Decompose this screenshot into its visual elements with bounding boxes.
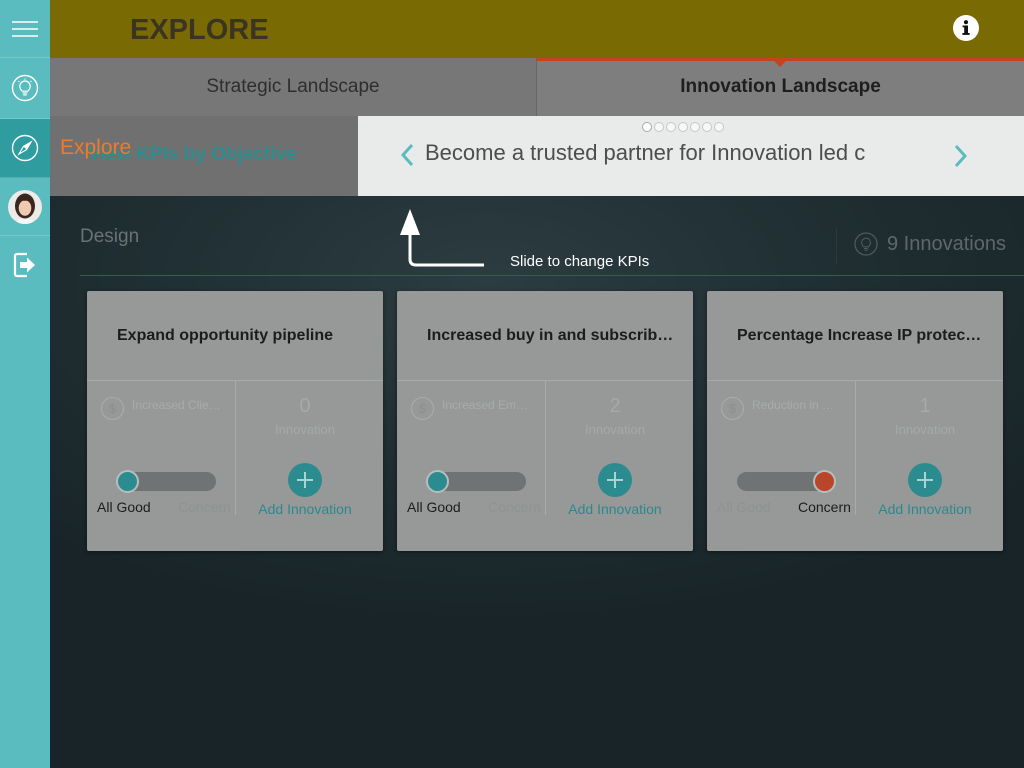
tab-label: Innovation Landscape [680,76,881,97]
chevron-right-icon [954,144,968,168]
kpi-card-title: Percentage Increase IP protec… [737,327,982,344]
kpi-name: Reduction in … [752,398,835,412]
dollar-icon [101,397,124,420]
arrow-up-icon [400,209,484,267]
plus-icon [917,472,933,488]
logout-icon [13,252,35,278]
page-dot[interactable] [654,122,664,132]
page-dot-active[interactable] [642,122,652,132]
tab-label: Strategic Landscape [206,76,380,97]
innovation-count: 2 [609,395,621,417]
objective-slider[interactable]: Become a trusted partner for Innovation … [358,116,1024,196]
innovation-count: 0 [299,395,311,417]
page-dot[interactable] [702,122,712,132]
status-label-all-good[interactable]: All Good [407,499,461,516]
status-label-concern[interactable]: Concern [798,499,851,516]
innovation-count: 1 [919,395,931,417]
coachmark-title: Explore [60,136,132,159]
lightbulb-icon [11,74,39,102]
kpi-name: Increased Em… [442,398,529,412]
compass-icon [11,134,39,162]
avatar [8,189,42,224]
plus-icon [297,472,313,488]
objective-title: Become a trusted partner for Innovation … [425,140,866,165]
tab-innovation-landscape[interactable]: Innovation Landscape [537,58,1024,116]
kpi-card[interactable]: Percentage Increase IP protec… Reduction… [707,291,1003,551]
status-toggle-thumb[interactable] [426,470,449,493]
add-innovation-button[interactable] [908,463,942,497]
sidebar-item-explore[interactable] [0,119,50,178]
page-dot[interactable] [678,122,688,132]
active-tab-notch [774,61,786,67]
coachmark-hint: Slide to change KPIs [510,253,650,270]
page-indicator [642,122,724,132]
add-innovation-link[interactable]: Add Innovation [546,501,684,518]
logout-button[interactable] [0,236,50,294]
page-dot[interactable] [666,122,676,132]
status-label-concern[interactable]: Concern [488,499,541,516]
dollar-icon [411,397,434,420]
sidebar-item-ideas[interactable] [0,58,50,119]
status-label-concern[interactable]: Concern [178,499,231,516]
page-dot[interactable] [714,122,724,132]
innovation-count-label: Innovation [895,422,955,437]
previous-objective-button[interactable] [400,143,416,167]
innovation-count-label: Innovation [275,422,335,437]
section-divider [80,275,1024,276]
sidebar-item-profile[interactable] [0,178,50,236]
chevron-left-icon [400,143,414,167]
status-toggle-thumb[interactable] [813,470,836,493]
page-title: EXPLORE [130,14,269,46]
info-icon [953,15,979,41]
status-toggle-thumb[interactable] [116,470,139,493]
header-bar: EXPLORE [50,0,1024,58]
add-innovation-button[interactable] [288,463,322,497]
innovation-count-label: Innovation [585,422,645,437]
kpi-card-title: Expand opportunity pipeline [117,327,333,344]
section-title: Design [80,226,140,247]
status-label-all-good[interactable]: All Good [717,499,771,516]
tab-strategic-landscape[interactable]: Strategic Landscape [50,58,537,116]
dollar-icon [721,397,744,420]
menu-icon [12,20,38,37]
sidebar [0,0,50,768]
next-objective-button[interactable] [952,144,968,168]
kpi-card[interactable]: Increased buy in and subscrib… Increased… [397,291,693,551]
kpi-card[interactable]: Expand opportunity pipeline Increased Cl… [87,291,383,551]
page-dot[interactable] [690,122,700,132]
kpi-name: Increased Clie… [132,398,221,412]
plus-icon [607,472,623,488]
add-innovation-button[interactable] [598,463,632,497]
innovations-count[interactable]: 9 Innovations [887,232,1006,256]
status-label-all-good[interactable]: All Good [97,499,151,516]
lightbulb-icon [854,232,878,256]
kpi-card-title: Increased buy in and subscrib… [427,327,674,344]
menu-button[interactable] [0,0,50,58]
add-innovation-link[interactable]: Add Innovation [856,501,994,518]
info-button[interactable] [953,15,979,41]
divider [836,228,837,264]
add-innovation-link[interactable]: Add Innovation [236,501,374,518]
